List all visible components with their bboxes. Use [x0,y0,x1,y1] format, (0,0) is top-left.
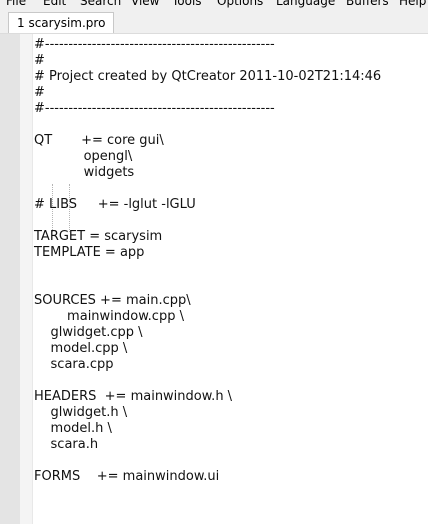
menu-buffers[interactable]: Buffers [346,0,389,9]
menu-help[interactable]: Help [399,0,426,9]
code-line: FORMS += mainwindow.ui [34,469,220,484]
menu-bar: File Edit Search View Tools Options Lang… [0,0,428,9]
menu-language[interactable]: Language [276,0,335,9]
menu-tools[interactable]: Tools [172,0,202,9]
scite-window: File Edit Search View Tools Options Lang… [0,0,428,524]
menu-edit[interactable]: Edit [43,0,66,9]
menu-options[interactable]: Options [217,0,263,9]
code-line: glwidget.h \ [34,405,128,420]
line-number-margin [0,34,20,524]
code-line: # LIBS += -lglut -lGLU [34,197,196,212]
code-line: TEMPLATE = app [34,245,145,260]
code-line: scara.cpp [34,357,114,372]
code-line: scara.h [34,437,99,452]
code-line: opengl\ [34,149,133,164]
menu-view[interactable]: View [131,0,159,9]
code-line: # [34,53,45,68]
text-editor[interactable]: #---------------------------------------… [0,34,428,524]
fold-margin[interactable] [20,34,33,524]
code-line: QT += core gui\ [34,133,164,148]
code-line: model.h \ [34,421,112,436]
code-line: # Project created by QtCreator 2011-10-0… [34,69,382,84]
menu-search[interactable]: Search [80,0,121,9]
code-line: # [34,85,45,100]
code-line: model.cpp \ [34,341,128,356]
code-line: #---------------------------------------… [34,101,275,116]
tab-scarysim-pro[interactable]: 1 scarysim.pro [8,12,115,33]
tab-bar: 1 scarysim.pro [0,9,428,34]
code-line: glwidget.cpp \ [34,325,143,340]
code-line: #---------------------------------------… [34,37,275,52]
code-line: TARGET = scarysim [34,229,163,244]
code-line: HEADERS += mainwindow.h \ [34,389,233,404]
code-line: widgets [34,165,135,180]
code-line: mainwindow.cpp \ [34,309,184,324]
code-content[interactable]: #---------------------------------------… [34,37,381,485]
code-line: SOURCES += main.cpp\ [34,293,191,308]
menu-file[interactable]: File [6,0,26,9]
